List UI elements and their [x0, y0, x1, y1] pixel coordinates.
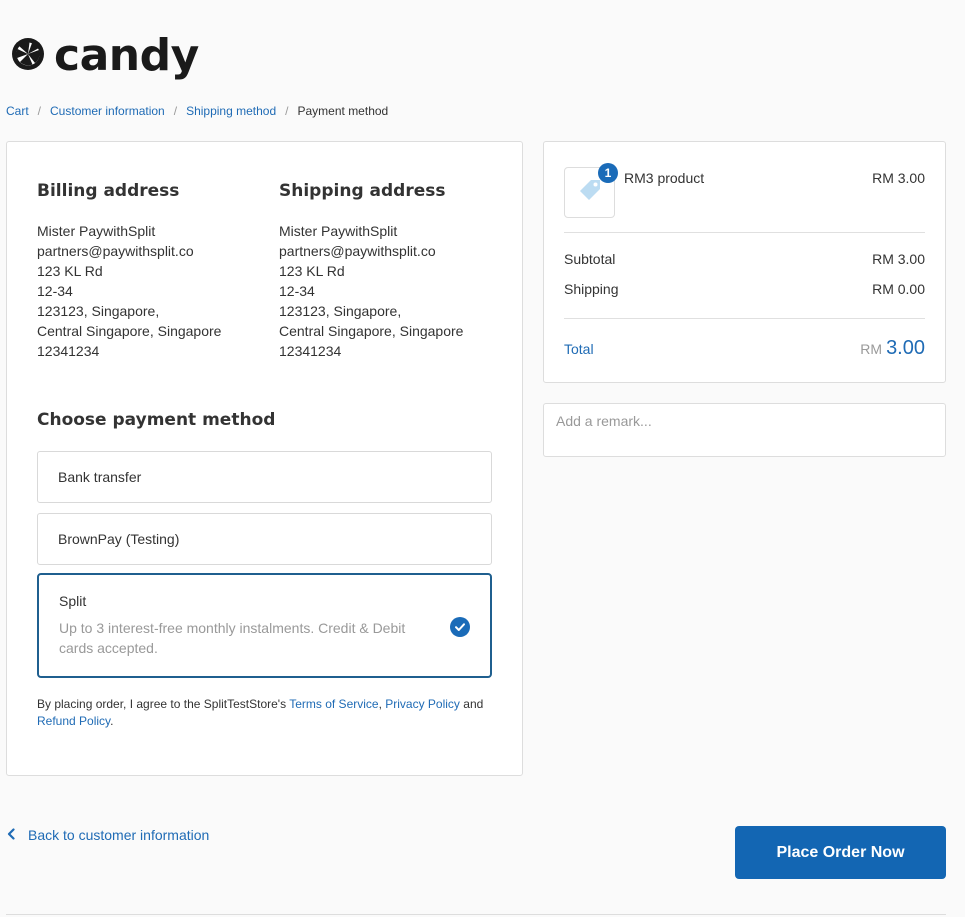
shipping-line: 123 KL Rd [279, 263, 345, 279]
shipping-line: 12341234 [279, 343, 342, 359]
shipping-line: 12-34 [279, 283, 315, 299]
summary-divider [564, 232, 925, 233]
payment-option-description: Up to 3 interest-free monthly instalment… [59, 620, 406, 656]
tag-icon [577, 177, 603, 208]
billing-line: 123 KL Rd [37, 263, 103, 279]
billing-line: partners@paywithsplit.co [37, 243, 194, 259]
checkout-panel: Billing address Mister PaywithSplit part… [6, 141, 523, 776]
subtotal-value: RM 3.00 [872, 251, 925, 267]
shipping-row: Shipping RM 0.00 [564, 281, 925, 297]
privacy-policy-link[interactable]: Privacy Policy [385, 697, 460, 711]
breadcrumb: Cart / Customer information / Shipping m… [6, 104, 388, 118]
billing-line: 12341234 [37, 343, 100, 359]
product-price: RM 3.00 [872, 170, 925, 186]
breadcrumb-current: Payment method [297, 104, 389, 118]
total-label: Total [564, 341, 594, 357]
total-currency: RM [860, 341, 883, 357]
payment-option-label: BrownPay (Testing) [58, 531, 180, 547]
chevron-left-icon [6, 827, 16, 843]
brand-logo[interactable]: candy [10, 28, 199, 84]
shipping-address: Shipping address Mister PaywithSplit par… [279, 181, 509, 361]
terms-prefix: By placing order, I agree to the SplitTe… [37, 697, 290, 711]
payment-method-title: Choose payment method [37, 410, 276, 430]
back-link-label: Back to customer information [28, 827, 210, 843]
total-amount: 3.00 [886, 337, 925, 359]
shipping-line: partners@paywithsplit.co [279, 243, 436, 259]
payment-option-label: Split [59, 593, 87, 609]
shipping-line: Central Singapore, Singapore [279, 323, 464, 339]
shipping-line: 123123, Singapore, [279, 303, 402, 319]
check-circle-icon [450, 617, 470, 637]
orange-slice-icon [10, 36, 46, 77]
refund-policy-link[interactable]: Refund Policy [37, 714, 110, 728]
billing-address: Billing address Mister PaywithSplit part… [37, 181, 267, 361]
payment-option-bank-transfer[interactable]: Bank transfer [37, 451, 492, 503]
total-value: RM 3.00 [860, 337, 925, 360]
terms-notice: By placing order, I agree to the SplitTe… [37, 696, 497, 730]
terms-and: and [459, 697, 484, 711]
terms-suffix: . [110, 714, 114, 728]
breadcrumb-separator: / [173, 104, 178, 118]
breadcrumb-cart[interactable]: Cart [6, 104, 29, 118]
total-row: Total RM 3.00 [564, 337, 925, 360]
terms-of-service-link[interactable]: Terms of Service [289, 697, 378, 711]
place-order-button[interactable]: Place Order Now [735, 826, 946, 879]
footer-divider [6, 914, 946, 915]
back-to-customer-information-link[interactable]: Back to customer information [6, 827, 209, 843]
subtotal-label: Subtotal [564, 251, 616, 267]
remark-input[interactable] [543, 403, 946, 457]
order-summary: 1 RM3 product RM 3.00 Subtotal RM 3.00 S… [543, 141, 946, 383]
breadcrumb-customer-information[interactable]: Customer information [50, 104, 165, 118]
shipping-line: Mister PaywithSplit [279, 223, 398, 239]
brand-name: candy [54, 30, 199, 81]
subtotal-row: Subtotal RM 3.00 [564, 251, 925, 267]
billing-address-title: Billing address [37, 181, 180, 201]
breadcrumb-shipping-method[interactable]: Shipping method [186, 104, 276, 118]
billing-line: 12-34 [37, 283, 73, 299]
shipping-label: Shipping [564, 281, 619, 297]
product-name: RM3 product [624, 170, 705, 186]
summary-divider [564, 318, 925, 319]
billing-line: 123123, Singapore, [37, 303, 160, 319]
payment-option-label: Bank transfer [58, 469, 142, 485]
breadcrumb-separator: / [285, 104, 289, 118]
shipping-value: RM 0.00 [872, 281, 925, 297]
payment-option-split[interactable]: Split Up to 3 interest-free monthly inst… [37, 573, 492, 678]
shipping-address-title: Shipping address [279, 181, 446, 201]
billing-line: Mister PaywithSplit [37, 223, 156, 239]
billing-line: Central Singapore, Singapore [37, 323, 222, 339]
quantity-badge: 1 [598, 163, 618, 183]
breadcrumb-separator: / [37, 104, 42, 118]
payment-option-brownpay[interactable]: BrownPay (Testing) [37, 513, 492, 565]
